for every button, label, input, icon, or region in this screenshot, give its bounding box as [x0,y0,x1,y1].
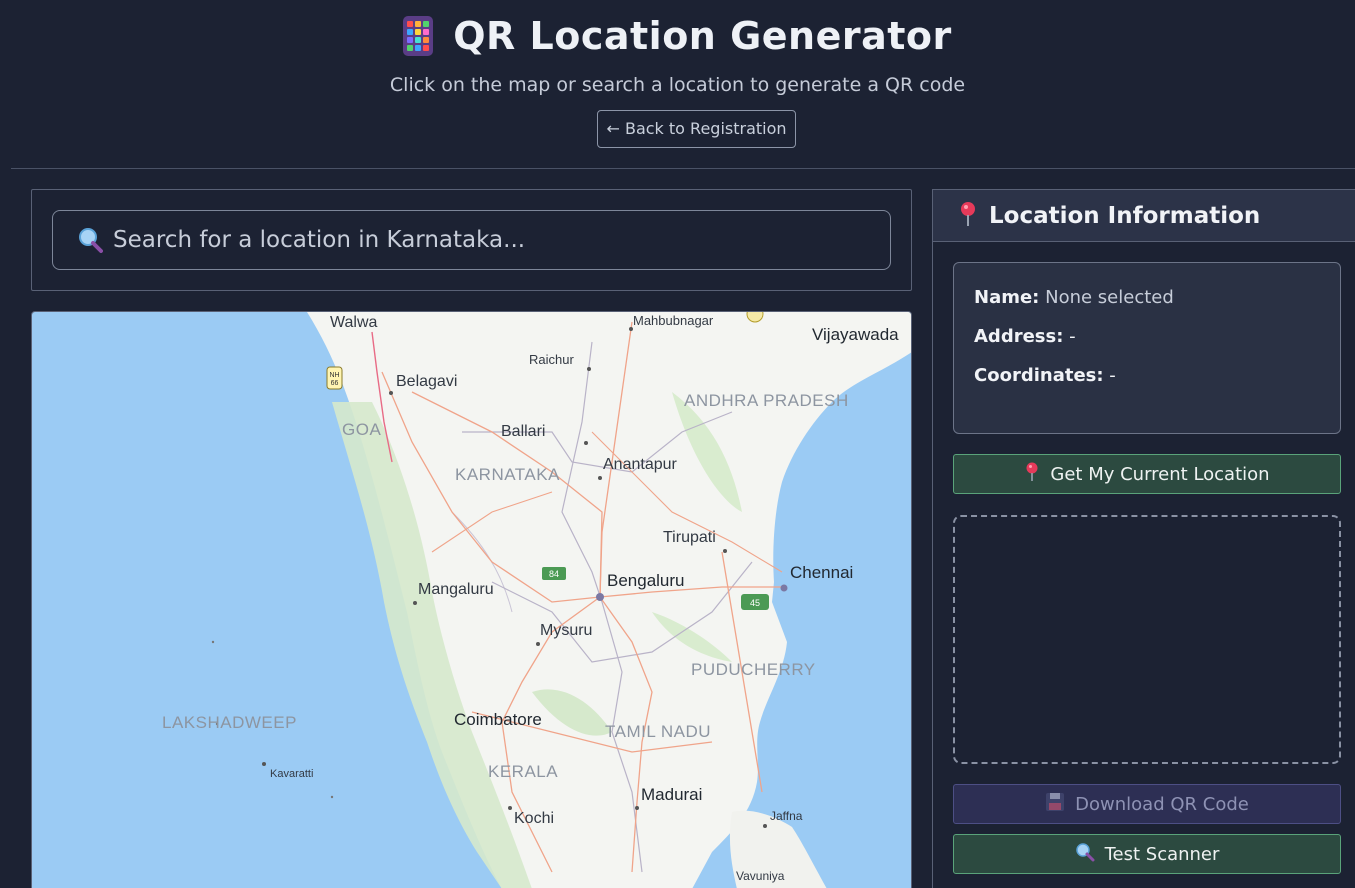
address-value: - [1069,326,1076,347]
search-box[interactable] [52,210,891,270]
map-label-bengaluru: Bengaluru [607,571,685,590]
name-label: Name: [974,287,1040,308]
map-label-lakshadweep: LAKSHADWEEP [162,713,297,732]
map-view[interactable]: NH 66 84 45 Walwa Mahbubnagar Vijayawada… [31,311,912,888]
back-to-registration-button[interactable]: ← Back to Registration [597,110,796,148]
location-info-panel: Location Information Name: None selected… [932,189,1355,888]
name-value: None selected [1045,287,1174,308]
floppy-disk-icon [1045,792,1065,817]
test-scanner-label: Test Scanner [1104,843,1220,865]
map-label-raichur: Raichur [529,352,574,367]
header-divider [11,168,1355,169]
title-row: QR Location Generator [0,14,1355,58]
pushpin-icon [957,201,979,231]
download-qr-button[interactable]: Download QR Code [953,784,1341,824]
coordinates-label: Coordinates: [974,365,1104,386]
map-label-andhra-pradesh: ANDHRA PRADESH [684,391,849,410]
page-header: QR Location Generator Click on the map o… [0,0,1355,168]
nh84-shield: 84 [549,569,559,579]
map-label-ballari: Ballari [501,423,546,440]
coordinates-value: - [1109,365,1116,386]
magnifier-icon [1075,842,1095,867]
map-label-goa: GOA [342,420,382,439]
magnifier-icon [77,227,103,253]
map-label-mangaluru: Mangaluru [418,581,494,598]
coordinates-row: Coordinates: - [974,365,1320,386]
map-label-mahbubnagar: Mahbubnagar [633,313,714,328]
map-label-karnataka: KARNATAKA [455,465,560,484]
get-current-location-label: Get My Current Location [1050,463,1270,485]
panel-title: Location Information [989,202,1261,229]
address-row: Address: - [974,326,1320,347]
panel-header: Location Information [933,190,1355,242]
page-subtitle: Click on the map or search a location to… [389,74,966,96]
map-label-tirupati: Tirupati [663,529,716,546]
nh45-shield: 45 [750,598,760,608]
map-label-kavaratti: Kavaratti [270,768,314,780]
location-details: Name: None selected Address: - Coordinat… [953,262,1341,434]
map-label-coimbatore: Coimbatore [454,710,542,729]
download-qr-label: Download QR Code [1075,793,1249,815]
map-label-mysuru: Mysuru [540,622,593,639]
map-label-kerala: KERALA [488,762,559,781]
pushpin-icon [1024,462,1040,487]
address-label: Address: [974,326,1064,347]
map-label-madurai: Madurai [641,785,703,804]
get-current-location-button[interactable]: Get My Current Location [953,454,1341,494]
page-title: QR Location Generator [453,14,952,58]
map-label-vavuniya: Vavuniya [736,869,785,883]
map-label-tamil-nadu: TAMIL NADU [605,722,712,741]
map-label-jaffna: Jaffna [770,809,803,823]
map-label-vijayawada: Vijayawada [812,325,899,344]
map-label-chennai: Chennai [790,563,854,582]
nh66-shield-top: NH [329,372,339,379]
qr-code-area [953,515,1341,764]
test-scanner-button[interactable]: Test Scanner [953,834,1341,874]
search-card [31,189,912,291]
map-label-puducherry: PUDUCHERRY [691,660,816,679]
map-label-belagavi: Belagavi [396,373,458,390]
mobile-phone-icon [403,16,434,56]
location-search-input[interactable] [113,227,890,253]
name-row: Name: None selected [974,287,1320,308]
map-label-kochi: Kochi [514,810,555,827]
map-label-anantapur: Anantapur [603,456,677,473]
nh66-shield-bottom: 66 [331,380,339,387]
map-label-walwa: Walwa [330,314,378,331]
